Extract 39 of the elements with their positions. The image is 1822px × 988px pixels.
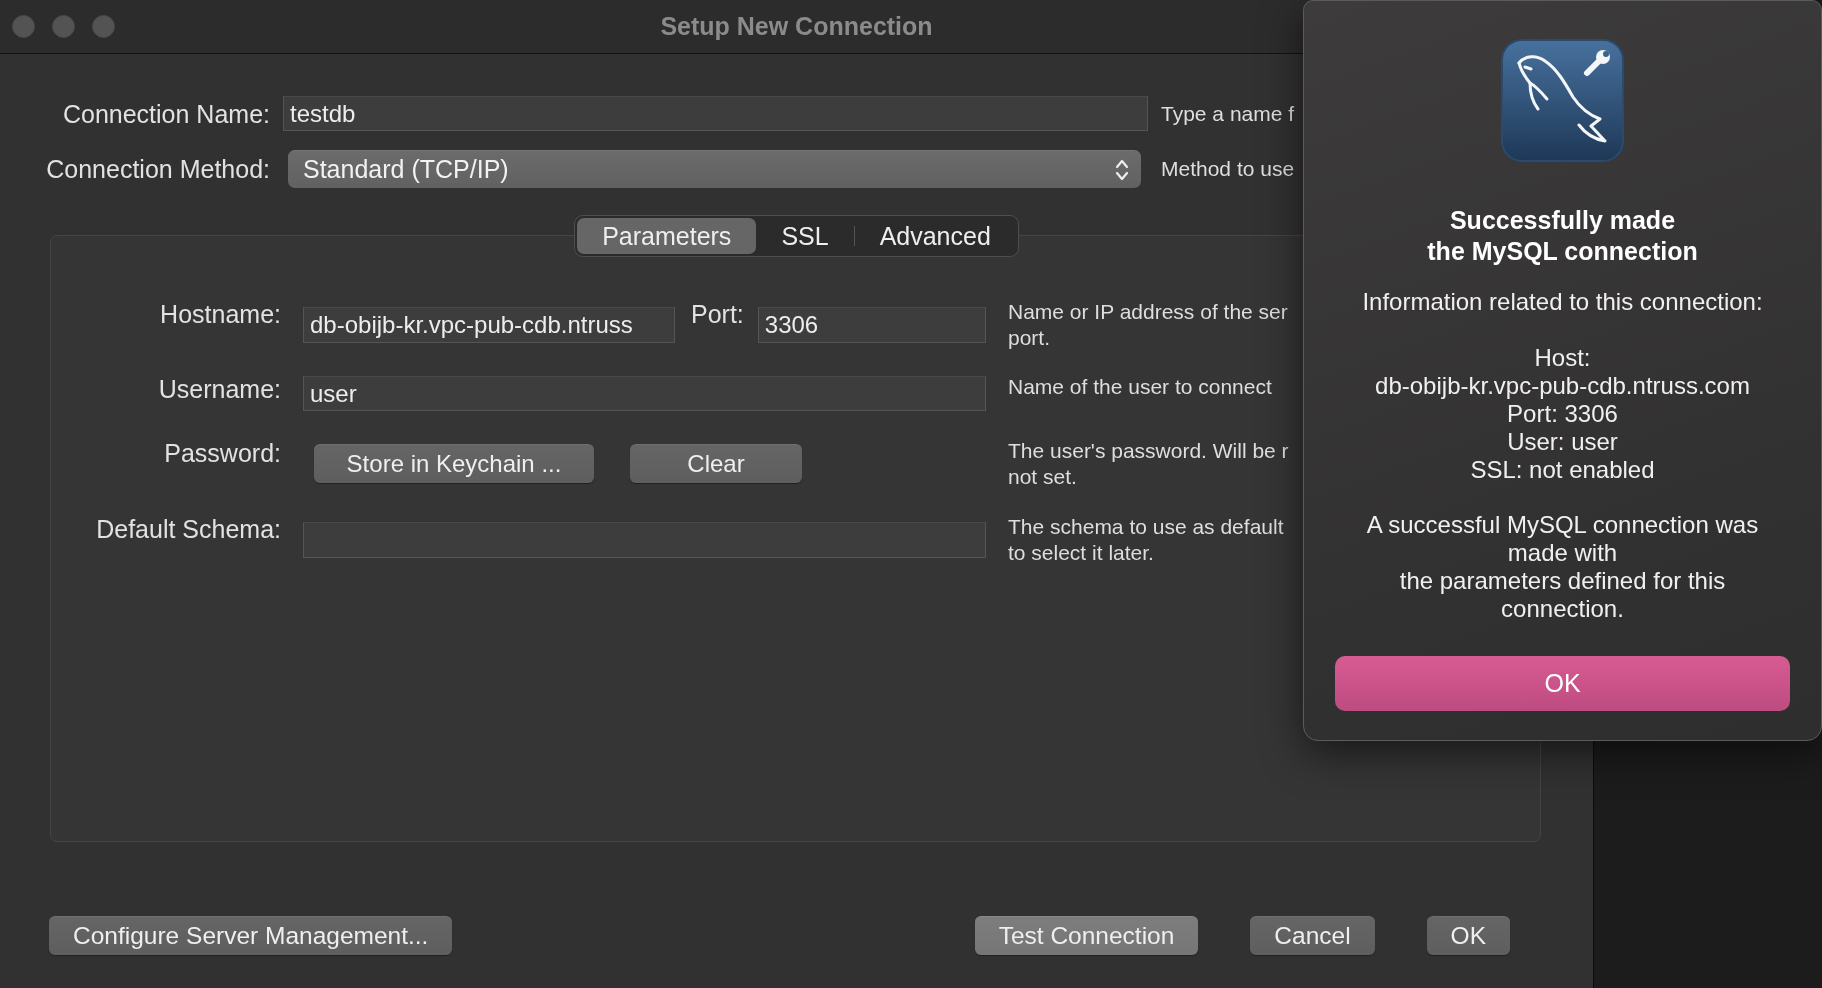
default-schema-label: Default Schema:: [96, 514, 281, 544]
username-label: Username:: [158, 374, 281, 404]
ok-button[interactable]: OK: [1335, 656, 1790, 711]
connection-details-text: Host: db-obijb-kr.vpc-pub-cdb.ntruss.com Port: 3306 User: user SSL: not enabled: [1375, 344, 1750, 484]
minimize-button[interactable]: [52, 15, 75, 38]
help-text: The schema to use as default to select it later.: [1008, 514, 1284, 566]
port-field[interactable]: 3306: [757, 307, 986, 343]
help-text: Name of the user to connect: [1008, 374, 1272, 400]
help-text: Type a name f: [1161, 100, 1295, 127]
connection-method-label: Connection Method:: [46, 154, 270, 184]
tab[interactable]: Parameters: [577, 218, 757, 254]
window-title: Setup New Connection: [660, 12, 933, 41]
default-schema-field[interactable]: [303, 522, 986, 558]
footer-button[interactable]: OK: [1426, 916, 1510, 955]
tab[interactable]: Advanced: [854, 218, 1016, 254]
footer-button[interactable]: Cancel: [1250, 916, 1375, 955]
dolphin-wrench-icon: [1501, 39, 1624, 162]
hostname-field[interactable]: db-obijb-kr.vpc-pub-cdb.ntruss: [303, 307, 675, 343]
chevron-up-down-icon: [1115, 157, 1129, 182]
clear-button[interactable]: Clear: [630, 444, 802, 483]
help-text: Name or IP address of the ser port.: [1008, 299, 1288, 351]
zoom-button[interactable]: [92, 15, 115, 38]
info-text: Information related to this connection:: [1362, 288, 1763, 316]
username-field[interactable]: user: [303, 376, 986, 411]
help-text: Method to use: [1161, 156, 1295, 182]
hostname-label: Hostname:: [160, 299, 281, 329]
footer-button[interactable]: Test Connection: [974, 916, 1199, 955]
connection-name-field[interactable]: testdb: [283, 96, 1148, 131]
connection-name-label: Connection Name:: [62, 98, 270, 129]
close-button[interactable]: [12, 15, 35, 38]
alert-title: Successfully made the MySQL connection: [1427, 205, 1698, 267]
summary-text: A successful MySQL connection was made with the parameters defined for this connection.: [1366, 511, 1759, 623]
password-label: Password:: [164, 438, 281, 468]
connection-method-select[interactable]: Standard (TCP/IP): [288, 150, 1141, 188]
port-label: Port:: [691, 299, 744, 329]
tab[interactable]: SSL: [756, 218, 854, 254]
store-in-keychain-button[interactable]: Store in Keychain ...: [314, 444, 594, 483]
help-text: The user's password. Will be r not set.: [1008, 438, 1289, 490]
configure-button[interactable]: Configure Server Management...: [49, 916, 453, 955]
